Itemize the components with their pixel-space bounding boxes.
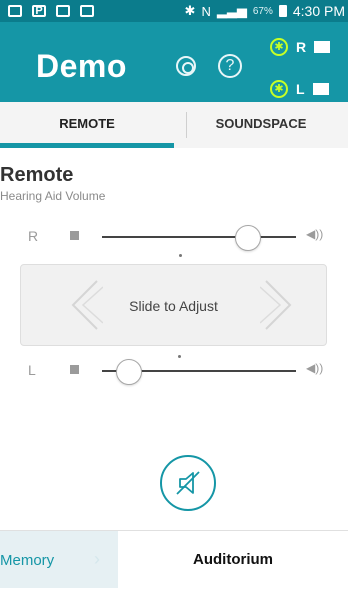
left-aid-battery-icon	[312, 83, 329, 95]
section-subtitle: Hearing Aid Volume	[0, 189, 106, 203]
right-aid-status: ✱ R	[270, 38, 331, 56]
app-header: Demo ? ✱ R ✱ L	[0, 22, 348, 102]
settings-gear-icon[interactable]	[176, 56, 196, 76]
slider-thumb[interactable]	[116, 359, 143, 385]
bottom-bar: Memory › Auditorium	[0, 530, 348, 589]
chevron-right-icon	[260, 280, 292, 330]
bluetooth-status-icon: ✱	[184, 3, 196, 18]
memory-label: Memory	[0, 551, 55, 569]
mute-button[interactable]	[160, 455, 216, 511]
screenshot-icon	[8, 5, 22, 17]
nfc-icon: N	[201, 3, 211, 19]
status-bar: P ✱ N ▂▃▅ 67% 4:30 PM	[0, 0, 348, 22]
left-aid-label: L	[296, 81, 305, 97]
clock: 4:30 PM	[292, 3, 345, 19]
slide-to-adjust-area[interactable]: Slide to Adjust	[20, 264, 327, 346]
volume-low-icon	[70, 365, 79, 374]
bluetooth-icon: ✱	[270, 80, 288, 98]
flag-icon	[80, 5, 94, 17]
help-icon[interactable]: ?	[218, 54, 242, 78]
tab-soundspace[interactable]: SOUNDSPACE	[174, 102, 348, 148]
volume-high-icon: ◀))	[306, 227, 324, 241]
memory-button[interactable]: Memory ›	[0, 531, 118, 589]
section-title: Remote	[0, 164, 74, 186]
tab-divider	[186, 112, 187, 138]
tab-remote[interactable]: REMOTE	[0, 102, 174, 148]
wifi-icon	[56, 5, 70, 17]
bottom-edge	[0, 588, 348, 601]
center-dot	[178, 355, 181, 358]
tab-bar: REMOTE SOUNDSPACE	[0, 102, 348, 148]
signal-icon: ▂▃▅	[216, 3, 247, 18]
bluetooth-icon: ✱	[270, 38, 288, 56]
system-icons: ✱ N ▂▃▅ 67% 4:30 PM	[185, 3, 345, 19]
mute-speaker-icon	[176, 471, 200, 495]
left-volume-slider[interactable]: L ◀))	[0, 359, 348, 385]
volume-low-icon	[70, 231, 79, 240]
center-dot	[179, 254, 182, 257]
left-aid-status: ✱ L	[270, 80, 329, 98]
right-aid-battery-icon	[314, 41, 331, 53]
right-volume-slider[interactable]: R ◀))	[0, 225, 348, 251]
battery-percent: 67%	[252, 5, 273, 17]
left-slider-label: L	[28, 362, 36, 378]
parking-icon: P	[32, 5, 46, 17]
app-title: Demo	[36, 48, 127, 84]
chevron-right-icon: ›	[94, 549, 100, 569]
slider-thumb[interactable]	[234, 225, 261, 251]
volume-high-icon: ◀))	[306, 361, 324, 375]
notification-icons: P	[0, 5, 94, 17]
slider-track[interactable]	[102, 236, 296, 238]
current-program[interactable]: Auditorium	[118, 531, 348, 589]
right-slider-label: R	[28, 228, 39, 244]
battery-icon	[278, 5, 287, 17]
right-aid-label: R	[296, 39, 307, 55]
